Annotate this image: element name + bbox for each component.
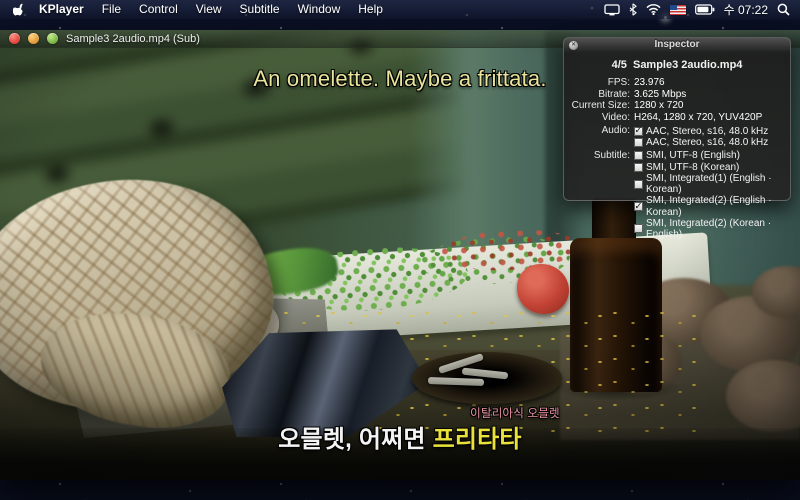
subtitle-track-5-label: SMI, Integrated(2) (Korean · English) (646, 218, 790, 240)
subtitle-track-3-checkbox[interactable] (634, 180, 643, 189)
subtitle-track-row: SMI, Integrated(2) (Korean · English) (564, 218, 790, 240)
menu-item-kplayer[interactable]: KPlayer (30, 0, 93, 19)
subtitle-track-3-label: SMI, Integrated(1) (English · Korean) (646, 173, 790, 195)
inspector-close-button[interactable] (569, 41, 578, 50)
menu-item-window[interactable]: Window (289, 0, 350, 19)
subtitle-track-2-label: SMI, UTF-8 (Korean) (646, 162, 739, 173)
zoom-button[interactable] (47, 33, 58, 44)
bitrate-value: 3.625 Mbps (634, 89, 686, 101)
bitrate-label: Bitrate: (564, 89, 634, 101)
menu-bar: KPlayer File Control View Subtitle Windo… (0, 0, 800, 19)
menu-item-help[interactable]: Help (349, 0, 392, 19)
subtitle-korean-leading: 오믈렛, 어쩌면 (278, 426, 432, 453)
window-title: Sample3 2audio.mp4 (Sub) (66, 33, 200, 45)
audio-track-1[interactable]: AAC, Stereo, s16, 48.0 kHz (634, 125, 768, 137)
subtitle-track-5[interactable]: SMI, Integrated(2) (Korean · English) (634, 218, 790, 240)
wifi-icon[interactable] (646, 4, 661, 15)
video-row: Video: H264, 1280 x 720, YUV420P (564, 112, 790, 124)
subtitle-korean-highlight: 프리타타 (433, 426, 522, 453)
audio-track-row: AAC, Stereo, s16, 48.0 kHz (564, 137, 790, 148)
subtitle-track-1[interactable]: SMI, UTF-8 (English) (634, 150, 740, 162)
fps-label: FPS: (564, 77, 634, 89)
subtitle-track-row: SMI, UTF-8 (Korean) (564, 162, 790, 173)
subtitle-track-5-checkbox[interactable] (634, 224, 643, 233)
current-size-value: 1280 x 720 (634, 100, 684, 112)
menu-bar-clock[interactable]: 수 07:22 (724, 1, 768, 18)
video-label: Video: (564, 112, 634, 124)
inspector-title-bar[interactable]: Inspector (564, 38, 790, 52)
bitrate-row: Bitrate: 3.625 Mbps (564, 89, 790, 101)
subtitle-track-2[interactable]: SMI, UTF-8 (Korean) (634, 162, 739, 173)
inspector-title: Inspector (654, 39, 699, 50)
subtitle-track-4-checkbox[interactable] (634, 202, 643, 211)
fps-row: FPS: 23.976 (564, 77, 790, 89)
audio-track-2[interactable]: AAC, Stereo, s16, 48.0 kHz (634, 137, 768, 148)
fps-value: 23.976 (634, 77, 665, 89)
audio-track-row: Audio: AAC, Stereo, s16, 48.0 kHz (564, 125, 790, 137)
subtitle-korean: 오믈렛, 어쩌면 프리타타 (0, 419, 800, 454)
subtitle-label: Subtitle: (564, 150, 634, 162)
subtitle-track-1-checkbox[interactable] (634, 151, 643, 160)
menu-item-subtitle[interactable]: Subtitle (231, 0, 289, 19)
apple-menu-icon[interactable] (8, 3, 30, 17)
battery-icon[interactable] (695, 4, 715, 15)
audio-track-2-checkbox[interactable] (634, 138, 643, 147)
subtitle-track-2-checkbox[interactable] (634, 163, 643, 172)
inspector-panel: Inspector 4/5 Sample3 2audio.mp4 FPS: 23… (563, 37, 791, 201)
audio-track-1-label: AAC, Stereo, s16, 48.0 kHz (646, 126, 768, 137)
inspector-file-header: 4/5 Sample3 2audio.mp4 (564, 59, 790, 71)
subtitle-track-row: SMI, Integrated(1) (English · Korean) (564, 173, 790, 195)
subtitle-track-row: SMI, Integrated(2) (English · Korean) (564, 195, 790, 217)
subtitle-track-1-label: SMI, UTF-8 (English) (646, 150, 740, 161)
video-value: H264, 1280 x 720, YUV420P (634, 112, 762, 124)
audio-track-1-checkbox[interactable] (634, 127, 643, 136)
current-size-row: Current Size: 1280 x 720 (564, 100, 790, 112)
us-flag-input-icon[interactable] (670, 5, 686, 15)
spotlight-icon[interactable] (777, 3, 790, 16)
close-button[interactable] (9, 33, 20, 44)
minimize-button[interactable] (28, 33, 39, 44)
menu-item-control[interactable]: Control (130, 0, 187, 19)
current-size-label: Current Size: (564, 100, 634, 112)
audio-label: Audio: (564, 125, 634, 137)
menu-item-view[interactable]: View (187, 0, 231, 19)
display-icon[interactable] (604, 4, 620, 16)
subtitle-track-3[interactable]: SMI, Integrated(1) (English · Korean) (634, 173, 790, 195)
menu-item-file[interactable]: File (93, 0, 130, 19)
subtitle-track-4-label: SMI, Integrated(2) (English · Korean) (646, 195, 790, 217)
audio-track-2-label: AAC, Stereo, s16, 48.0 kHz (646, 137, 768, 148)
subtitle-track-4[interactable]: SMI, Integrated(2) (English · Korean) (634, 195, 790, 217)
subtitle-track-row: Subtitle: SMI, UTF-8 (English) (564, 150, 790, 162)
bluetooth-icon[interactable] (629, 3, 637, 16)
